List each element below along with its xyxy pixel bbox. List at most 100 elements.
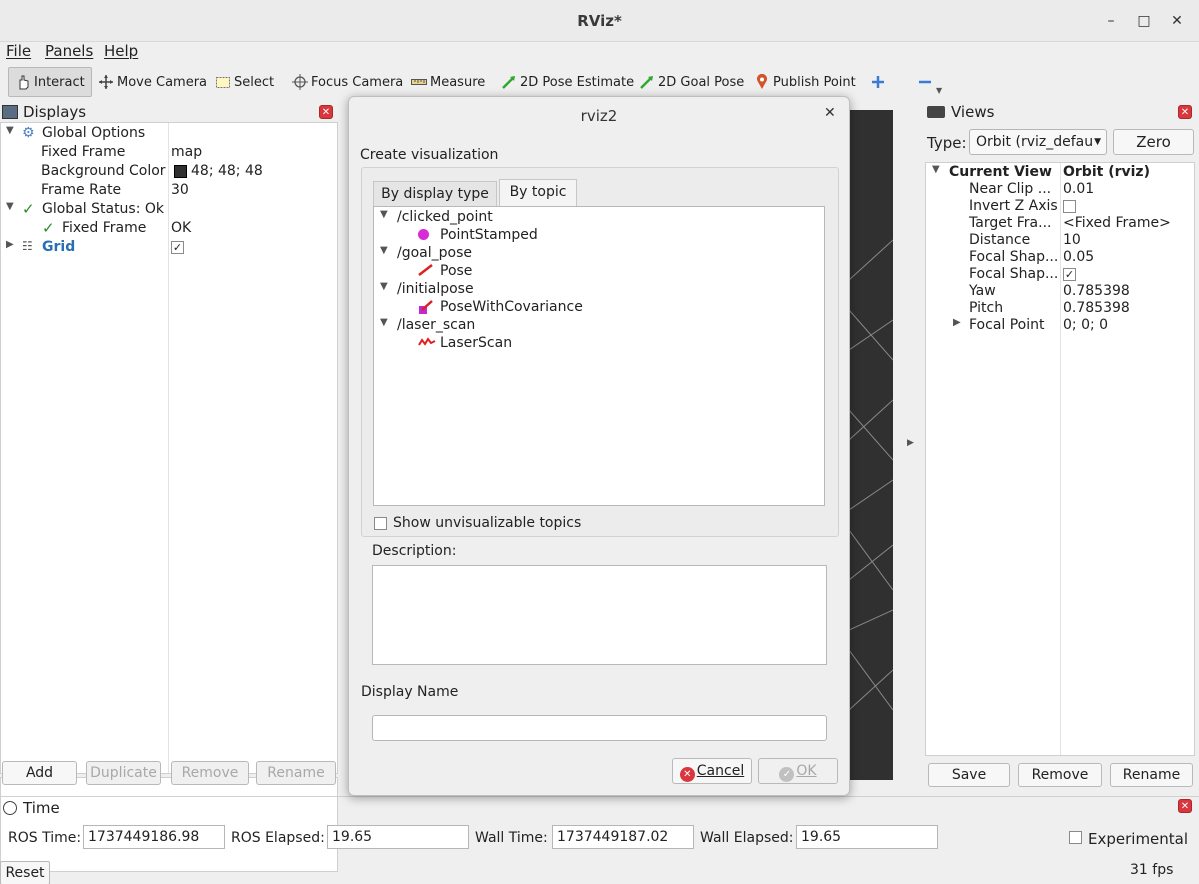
ok-button[interactable]: ✓ OK	[758, 758, 838, 784]
views-tree[interactable]: ▼ Current View Orbit (rviz) Near Clip ..…	[925, 162, 1195, 756]
zero-button[interactable]: Zero	[1113, 129, 1194, 155]
render-view[interactable]	[849, 110, 893, 780]
dialog-close-icon[interactable]: ✕	[824, 105, 836, 121]
ros-time-field[interactable]: 1737449186.98	[83, 825, 225, 849]
grid-enabled-checkbox[interactable]: ✓	[171, 241, 184, 254]
status-fixed-frame-value: OK	[171, 220, 192, 236]
experimental-label: Experimental	[1088, 830, 1189, 848]
ros-elapsed-field[interactable]: 19.65	[327, 825, 469, 849]
menu-panels[interactable]: Panels	[45, 42, 93, 60]
color-swatch[interactable]	[174, 165, 187, 178]
time-close-icon[interactable]: ✕	[1178, 799, 1192, 813]
collapse-arrow-icon[interactable]: ▶	[6, 239, 16, 250]
background-color-row[interactable]: Background Color 48; 48; 48	[1, 163, 337, 182]
expand-arrow-icon[interactable]: ▼	[932, 164, 942, 175]
fixed-frame-value[interactable]: map	[171, 144, 202, 160]
topic-list[interactable]: ▼ /clicked_point PointStamped ▼ /goal_pose Po…	[373, 206, 825, 506]
ruler-icon	[411, 74, 427, 90]
fixed-frame-row[interactable]: Fixed Frame map	[1, 144, 337, 163]
tab-by-display-type[interactable]: By display type	[373, 181, 497, 207]
menu-file[interactable]: File	[6, 42, 31, 60]
topic-row[interactable]: ▼ /initialpose	[374, 281, 824, 299]
display-name-input[interactable]	[372, 715, 827, 741]
move-camera-label: Move Camera	[117, 74, 208, 90]
minimize-icon[interactable]: –	[1100, 10, 1122, 32]
experimental-checkbox[interactable]	[1069, 831, 1082, 844]
remove-button[interactable]: Remove	[171, 761, 249, 785]
toolbar: Interact Move Camera Select Focus Camera…	[0, 64, 1199, 98]
remove-tool-button[interactable]: ▼	[917, 67, 942, 97]
expand-arrow-icon[interactable]: ▼	[380, 245, 388, 256]
status-fixed-frame-row[interactable]: ✓ Fixed Frame OK	[1, 219, 337, 239]
background-color-value[interactable]: 48; 48; 48	[191, 163, 263, 179]
displays-panel: Displays ✕ ▼ ⚙ Global Options Fixed Fram…	[0, 102, 340, 872]
expand-arrow-icon[interactable]: ▼	[380, 209, 388, 220]
view-property-value[interactable]: 0.05	[1063, 249, 1094, 265]
view-property-label: Focal Shap...	[969, 266, 1059, 282]
expand-arrow-icon[interactable]: ▼	[6, 125, 16, 136]
expand-arrow-icon[interactable]: ▼	[6, 201, 16, 212]
fixed-frame-label: Fixed Frame	[41, 144, 126, 160]
display-type-row[interactable]: LaserScan	[374, 335, 824, 353]
laser-scan-icon	[418, 336, 436, 352]
view-property-value[interactable]: 0.785398	[1063, 283, 1130, 299]
ros-time-label: ROS Time:	[8, 830, 82, 846]
panel-expand-arrow-icon[interactable]: ▶	[907, 438, 914, 448]
view-property-row[interactable]: ▶ Focal Point 0; 0; 0	[926, 317, 1194, 336]
checkmark-icon: ✓	[22, 200, 35, 218]
global-options-row[interactable]: ▼ ⚙ Global Options	[1, 125, 337, 144]
expand-arrow-icon[interactable]: ▼	[380, 317, 388, 328]
reset-button[interactable]: Reset	[0, 861, 50, 884]
focus-camera-tool[interactable]: Focus Camera	[292, 67, 403, 97]
grid-row[interactable]: ▶ ☷ Grid ✓	[1, 239, 337, 258]
maximize-icon[interactable]: □	[1133, 10, 1155, 32]
add-button[interactable]: Add	[2, 761, 77, 785]
menu-help[interactable]: Help	[104, 42, 138, 60]
views-header: Views	[925, 102, 1199, 122]
view-type-label: Type:	[927, 134, 967, 152]
view-save-button[interactable]: Save	[928, 763, 1010, 787]
view-type-value: Orbit (rviz_defau	[976, 134, 1094, 150]
frame-rate-value[interactable]: 30	[171, 182, 189, 198]
select-tool[interactable]: Select	[215, 67, 274, 97]
view-property-value[interactable]: 0; 0; 0	[1063, 317, 1108, 333]
measure-tool[interactable]: Measure	[411, 67, 485, 97]
view-property-value[interactable]: <Fixed Frame>	[1063, 215, 1171, 231]
tab-by-topic[interactable]: By topic	[499, 179, 577, 207]
view-remove-button[interactable]: Remove	[1018, 763, 1102, 787]
move-camera-tool[interactable]: Move Camera	[98, 67, 207, 97]
goal-pose-tool[interactable]: 2D Goal Pose	[639, 67, 744, 97]
expand-arrow-icon[interactable]: ▼	[380, 281, 388, 292]
duplicate-button[interactable]: Duplicate	[86, 761, 161, 785]
focal-shape-checkbox[interactable]: ✓	[1063, 268, 1076, 281]
publish-point-tool[interactable]: Publish Point	[754, 67, 856, 97]
view-property-value[interactable]: 0.01	[1063, 181, 1094, 197]
rename-button[interactable]: Rename	[256, 761, 336, 785]
view-property-value[interactable]: 10	[1063, 232, 1081, 248]
invert-z-axis-checkbox[interactable]	[1063, 200, 1076, 213]
displays-close-icon[interactable]: ✕	[319, 105, 333, 119]
show-unvisualizable-checkbox[interactable]	[374, 517, 387, 530]
displays-tree[interactable]: ▼ ⚙ Global Options Fixed Frame map Backg…	[0, 122, 338, 774]
topic-row[interactable]: ▼ /goal_pose	[374, 245, 824, 263]
cancel-button[interactable]: ✕ Cancel	[672, 758, 752, 784]
view-type-select[interactable]: Orbit (rviz_defau ▼	[969, 129, 1107, 155]
close-icon[interactable]: ✕	[1166, 10, 1188, 32]
pose-estimate-label: 2D Pose Estimate	[520, 74, 635, 90]
topic-row[interactable]: ▼ /clicked_point	[374, 209, 824, 227]
frame-rate-row[interactable]: Frame Rate 30	[1, 182, 337, 201]
global-status-row[interactable]: ▼ ✓ Global Status: Ok	[1, 200, 337, 220]
view-property-value[interactable]: 0.785398	[1063, 300, 1130, 316]
view-rename-button[interactable]: Rename	[1110, 763, 1193, 787]
display-type-row[interactable]: PointStamped	[374, 227, 824, 245]
display-type-row[interactable]: PoseWithCovariance	[374, 299, 824, 317]
topic-row[interactable]: ▼ /laser_scan	[374, 317, 824, 335]
views-close-icon[interactable]: ✕	[1178, 105, 1192, 119]
add-tool-button[interactable]	[870, 67, 889, 97]
display-type-row[interactable]: Pose	[374, 263, 824, 281]
collapse-arrow-icon[interactable]: ▶	[953, 317, 963, 328]
pose-estimate-tool[interactable]: 2D Pose Estimate	[501, 67, 634, 97]
wall-time-field[interactable]: 1737449187.02	[552, 825, 694, 849]
interact-tool[interactable]: Interact	[8, 67, 92, 97]
wall-elapsed-field[interactable]: 19.65	[796, 825, 938, 849]
